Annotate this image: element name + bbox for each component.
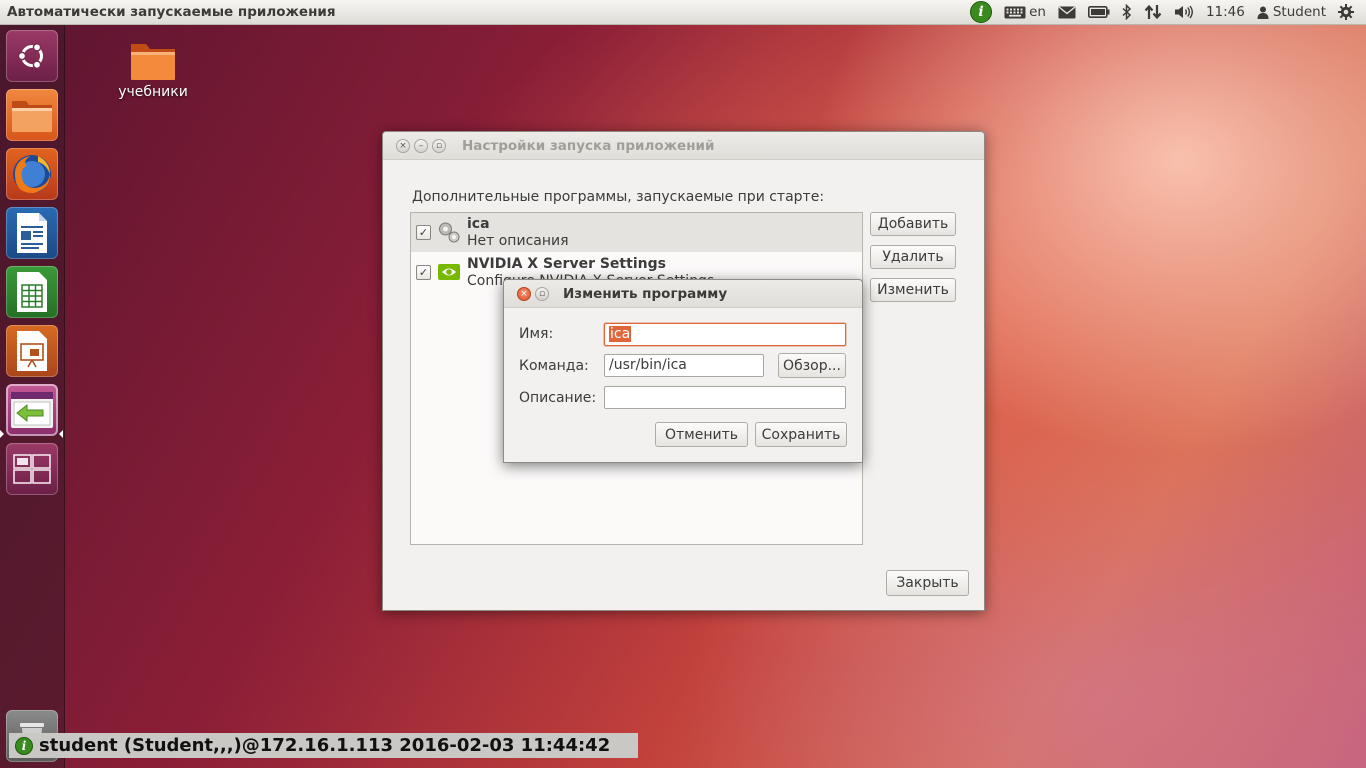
- user-name: Student: [1272, 4, 1326, 20]
- list-item-ica[interactable]: ✓ ica Нет описания: [411, 213, 862, 252]
- battery-indicator[interactable]: [1082, 0, 1116, 24]
- browse-button[interactable]: Обзор...: [778, 353, 846, 378]
- firefox-icon: [13, 155, 51, 194]
- dialog-close-button[interactable]: ×: [517, 286, 531, 301]
- command-field[interactable]: /usr/bin/ica: [604, 354, 764, 377]
- cancel-button[interactable]: Отменить: [655, 422, 748, 447]
- program-name: NVIDIA X Server Settings: [467, 256, 666, 272]
- launcher-startup-apps-button[interactable]: [6, 384, 58, 436]
- launcher-calc-button[interactable]: [6, 266, 58, 318]
- startup-applications-icon: [11, 392, 53, 428]
- dialog-title: Изменить программу: [563, 285, 728, 302]
- program-name: ica: [467, 216, 490, 232]
- window-minimize-button[interactable]: –: [414, 138, 428, 153]
- launcher-impress-button[interactable]: [6, 325, 58, 377]
- clock[interactable]: 11:46: [1200, 0, 1251, 24]
- save-button[interactable]: Сохранить: [755, 422, 847, 447]
- window-titlebar[interactable]: × – ▫ Настройки запуска приложений: [383, 132, 984, 160]
- network-arrows-icon: [1144, 4, 1162, 20]
- top-panel: Автоматически запускаемые приложения i e…: [0, 0, 1366, 25]
- description-label: Описание:: [519, 390, 597, 406]
- sound-indicator[interactable]: [1168, 0, 1200, 24]
- window-title: Настройки запуска приложений: [462, 137, 715, 154]
- name-label: Имя:: [519, 326, 554, 342]
- program-description: Нет описания: [467, 233, 569, 249]
- close-button[interactable]: Закрыть: [886, 570, 969, 596]
- window-close-button[interactable]: ×: [396, 138, 410, 153]
- messages-indicator[interactable]: [1052, 0, 1082, 24]
- launcher: [0, 25, 65, 768]
- battery-icon: [1087, 6, 1110, 18]
- gear-icon: [1338, 4, 1354, 20]
- name-field-value: ica: [609, 326, 632, 342]
- dialog-titlebar[interactable]: × ▫ Изменить программу: [504, 280, 862, 308]
- nvidia-icon: [438, 264, 460, 280]
- add-button[interactable]: Добавить: [870, 212, 956, 236]
- folder-icon: [131, 44, 175, 80]
- edit-program-dialog: × ▫ Изменить программу Имя: ica Команда:…: [503, 279, 863, 463]
- ubuntu-logo-icon: [17, 42, 43, 70]
- session-status-bar: i student (Student,,,)@172.16.1.113 2016…: [9, 733, 638, 758]
- gears-icon: [439, 222, 460, 243]
- envelope-icon: [1058, 5, 1076, 18]
- launcher-firefox-button[interactable]: [6, 148, 58, 200]
- command-label: Команда:: [519, 358, 589, 374]
- enabled-checkbox[interactable]: ✓: [416, 265, 431, 280]
- remove-button[interactable]: Удалить: [870, 245, 956, 269]
- bluetooth-icon: [1122, 4, 1132, 20]
- info-icon: i: [970, 1, 993, 23]
- session-status-text: student (Student,,,)@172.16.1.113 2016-0…: [39, 735, 611, 756]
- network-indicator[interactable]: [1138, 0, 1168, 24]
- edit-button[interactable]: Изменить: [870, 278, 956, 302]
- launcher-dash-button[interactable]: [6, 30, 58, 82]
- description-field[interactable]: [604, 386, 846, 409]
- name-field[interactable]: ica: [604, 323, 846, 346]
- speaker-icon: [1174, 5, 1193, 19]
- user-menu[interactable]: Student: [1251, 0, 1332, 24]
- session-menu[interactable]: [1332, 0, 1360, 24]
- startup-programs-label: Дополнительные программы, запускаемые пр…: [412, 189, 825, 205]
- keyboard-icon: [1004, 6, 1026, 18]
- window-maximize-button[interactable]: ▫: [432, 138, 446, 153]
- spreadsheet-icon: [17, 272, 47, 312]
- focused-indicator: [59, 430, 63, 438]
- desktop-folder[interactable]: учебники: [110, 40, 196, 100]
- folder-icon: [12, 101, 52, 132]
- keyboard-layout-label: en: [1029, 4, 1046, 20]
- launcher-files-button[interactable]: [6, 89, 58, 141]
- dialog-maximize-button[interactable]: ▫: [535, 286, 549, 301]
- active-app-title: Автоматически запускаемые приложения: [7, 4, 336, 20]
- workspace-switcher-icon: [13, 454, 51, 484]
- info-icon: i: [15, 736, 33, 755]
- info-indicator[interactable]: i: [964, 0, 998, 24]
- indicator-area: i en 11:46 Student: [964, 0, 1366, 24]
- document-icon: [17, 213, 47, 253]
- desktop-folder-label: учебники: [118, 84, 188, 100]
- enabled-checkbox[interactable]: ✓: [416, 225, 431, 240]
- launcher-writer-button[interactable]: [6, 207, 58, 259]
- keyboard-indicator[interactable]: en: [998, 0, 1052, 24]
- user-icon: [1257, 6, 1269, 19]
- bluetooth-indicator[interactable]: [1116, 0, 1138, 24]
- presentation-icon: [17, 331, 47, 371]
- launcher-workspace-switcher-button[interactable]: [6, 443, 58, 495]
- running-indicator: [0, 430, 4, 438]
